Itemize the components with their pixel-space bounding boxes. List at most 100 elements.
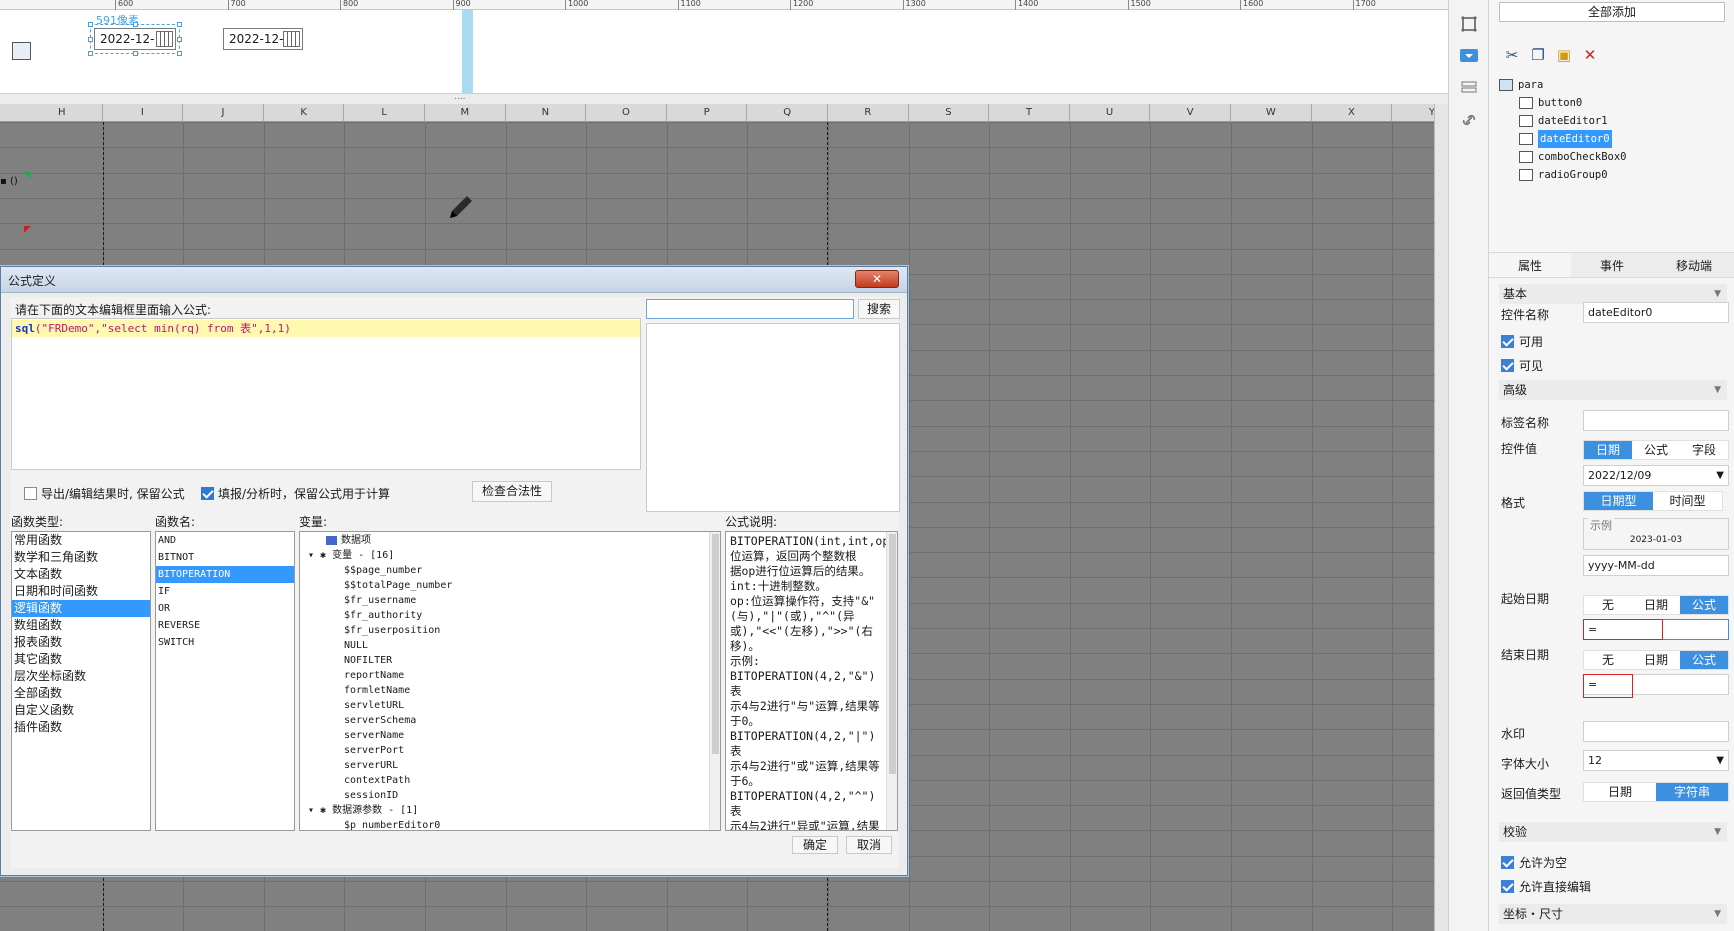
tree-item[interactable]: dateEditor0 [1499,130,1729,148]
function-name-item[interactable]: REVERSE [156,617,294,634]
format-mode-date[interactable]: 日期型 [1584,492,1653,510]
cut-icon[interactable]: ✂ [1503,46,1521,64]
tree-item[interactable]: comboCheckBox0 [1499,148,1729,166]
function-type-item[interactable]: 数学和三角函数 [12,549,150,566]
date-editor-1[interactable]: 2022-12- [223,28,303,50]
tab-mobile[interactable]: 移动端 [1653,253,1734,277]
variable-item[interactable]: $fr_username [300,593,720,608]
start-mode-formula[interactable]: 公式 [1680,596,1728,614]
column-header[interactable]: T [989,104,1070,122]
end-mode-none[interactable]: 无 [1584,651,1632,669]
column-header[interactable]: M [425,104,506,122]
widget-icon[interactable] [12,42,31,60]
allow-direct-edit-checkbox[interactable]: 允许直接编辑 [1501,878,1591,895]
resize-handle[interactable] [177,22,182,27]
frame-icon[interactable] [1459,14,1479,34]
parameter-pane-divider[interactable] [0,93,1448,104]
value-mode-field[interactable]: 字段 [1680,441,1728,459]
variable-item[interactable]: serverPort [300,743,720,758]
variable-item[interactable]: $$totalPage_number [300,578,720,593]
close-icon[interactable]: ✕ [855,270,899,288]
column-header[interactable]: R [828,104,909,122]
variable-item[interactable]: serverName [300,728,720,743]
function-type-item[interactable]: 报表函数 [12,634,150,651]
column-header[interactable]: X [1312,104,1393,122]
function-name-item[interactable]: SWITCH [156,634,294,651]
value-mode-formula[interactable]: 公式 [1632,441,1680,459]
format-pattern-input[interactable]: yyyy-MM-dd [1583,555,1729,576]
variable-item[interactable]: 数据项 [300,533,720,548]
enabled-checkbox[interactable]: 可用 [1501,333,1543,350]
column-header[interactable]: K [264,104,345,122]
resize-handle[interactable] [177,51,182,56]
function-name-item[interactable]: BITOPERATION [156,566,294,583]
function-name-item[interactable]: IF [156,583,294,600]
function-type-item[interactable]: 常用函数 [12,532,150,549]
formula-editor[interactable]: sql("FRDemo","select min(rq) from 表",1,1… [11,318,641,470]
tag-name-input[interactable] [1583,410,1729,431]
resize-handle[interactable] [177,37,182,42]
variable-item[interactable]: reportName [300,668,720,683]
column-header[interactable]: S [909,104,990,122]
function-search-input[interactable] [646,299,854,319]
end-mode-date[interactable]: 日期 [1632,651,1680,669]
formula-line[interactable]: sql("FRDemo","select min(rq) from 表",1,1… [12,320,640,337]
function-type-item[interactable]: 文本函数 [12,566,150,583]
variable-item[interactable]: contextPath [300,773,720,788]
function-type-item[interactable]: 逻辑函数 [12,600,150,617]
function-type-item[interactable]: 日期和时间函数 [12,583,150,600]
sheet-vertical-scrollbar[interactable] [1434,104,1448,931]
resize-handle[interactable] [88,37,93,42]
resize-handle[interactable] [133,22,138,27]
copy-icon[interactable]: ❐ [1529,46,1547,64]
calendar-icon[interactable] [283,31,300,47]
variable-item[interactable]: ▾ ✱ 数据源参数 - [1] [300,803,720,818]
column-header[interactable]: V [1150,104,1231,122]
date-editor-0[interactable]: 2022-12- [94,28,176,50]
column-header[interactable]: N [506,104,587,122]
check-validity-button[interactable]: 检查合法性 [472,481,552,502]
tab-properties[interactable]: 属性 [1489,253,1571,277]
chevron-down-icon[interactable]: ▾ [308,550,320,561]
calendar-icon[interactable] [156,31,173,47]
column-header[interactable]: P [667,104,748,122]
search-button[interactable]: 搜索 [858,299,900,319]
variable-item[interactable]: $fr_authority [300,608,720,623]
variable-scrollbar[interactable] [709,532,720,830]
tree-item[interactable]: radioGroup0 [1499,166,1729,184]
start-mode-date[interactable]: 日期 [1632,596,1680,614]
layer-icon[interactable] [1459,78,1479,98]
column-header[interactable]: Q [747,104,828,122]
variable-item[interactable]: NOFILTER [300,653,720,668]
function-type-item[interactable]: 自定义函数 [12,702,150,719]
variable-item[interactable]: formletName [300,683,720,698]
column-header[interactable]: I [103,104,184,122]
value-mode-date[interactable]: 日期 [1584,441,1632,459]
column-header[interactable]: U [1070,104,1151,122]
description-scrollbar[interactable] [886,532,897,830]
widget-panel-icon[interactable] [1459,46,1479,66]
function-name-item[interactable]: AND [156,532,294,549]
column-header[interactable]: J [183,104,264,122]
link-icon[interactable] [1459,110,1479,130]
column-header[interactable]: W [1231,104,1312,122]
function-type-item[interactable]: 插件函数 [12,719,150,736]
keep-formula-fill-checkbox[interactable]: 填报/分析时，保留公式用于计算 [201,485,390,502]
delete-icon[interactable]: ✕ [1581,46,1599,64]
resize-handle[interactable] [88,22,93,27]
variable-item[interactable]: serverURL [300,758,720,773]
column-header[interactable]: O [586,104,667,122]
start-mode-none[interactable]: 无 [1584,596,1632,614]
section-basic[interactable]: 基本 ▼ [1499,284,1727,304]
dialog-titlebar[interactable]: 公式定义 ✕ [1,267,907,293]
variable-item[interactable]: NULL [300,638,720,653]
function-name-item[interactable]: OR [156,600,294,617]
keep-formula-export-checkbox[interactable]: 导出/编辑结果时, 保留公式 [24,485,185,502]
font-size-select[interactable]: 12 ▼ [1583,750,1729,771]
section-coordinates[interactable]: 坐标・尺寸 ▼ [1499,904,1727,924]
visible-checkbox[interactable]: 可见 [1501,357,1543,374]
function-name-item[interactable]: BITNOT [156,549,294,566]
scrollbar-thumb[interactable] [712,534,719,754]
column-header[interactable]: L [344,104,425,122]
widget-name-input[interactable]: dateEditor0 [1583,302,1729,323]
